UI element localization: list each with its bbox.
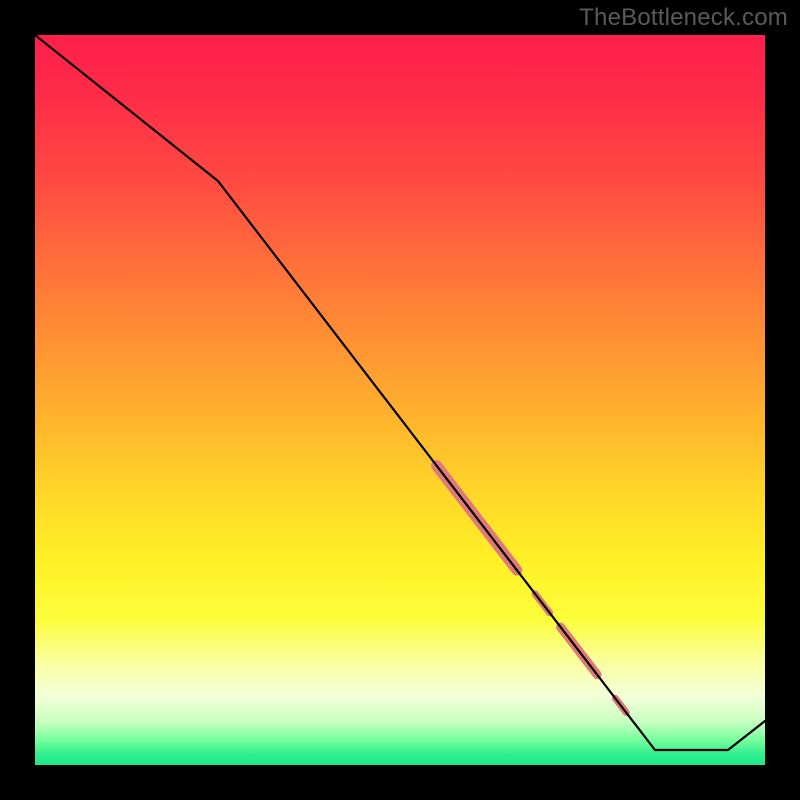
watermark-text: TheBottleneck.com [579,4,788,32]
chart-svg [35,35,765,765]
gradient-background [35,35,765,765]
plot-area [35,35,765,765]
chart-container: TheBottleneck.com [0,0,800,800]
